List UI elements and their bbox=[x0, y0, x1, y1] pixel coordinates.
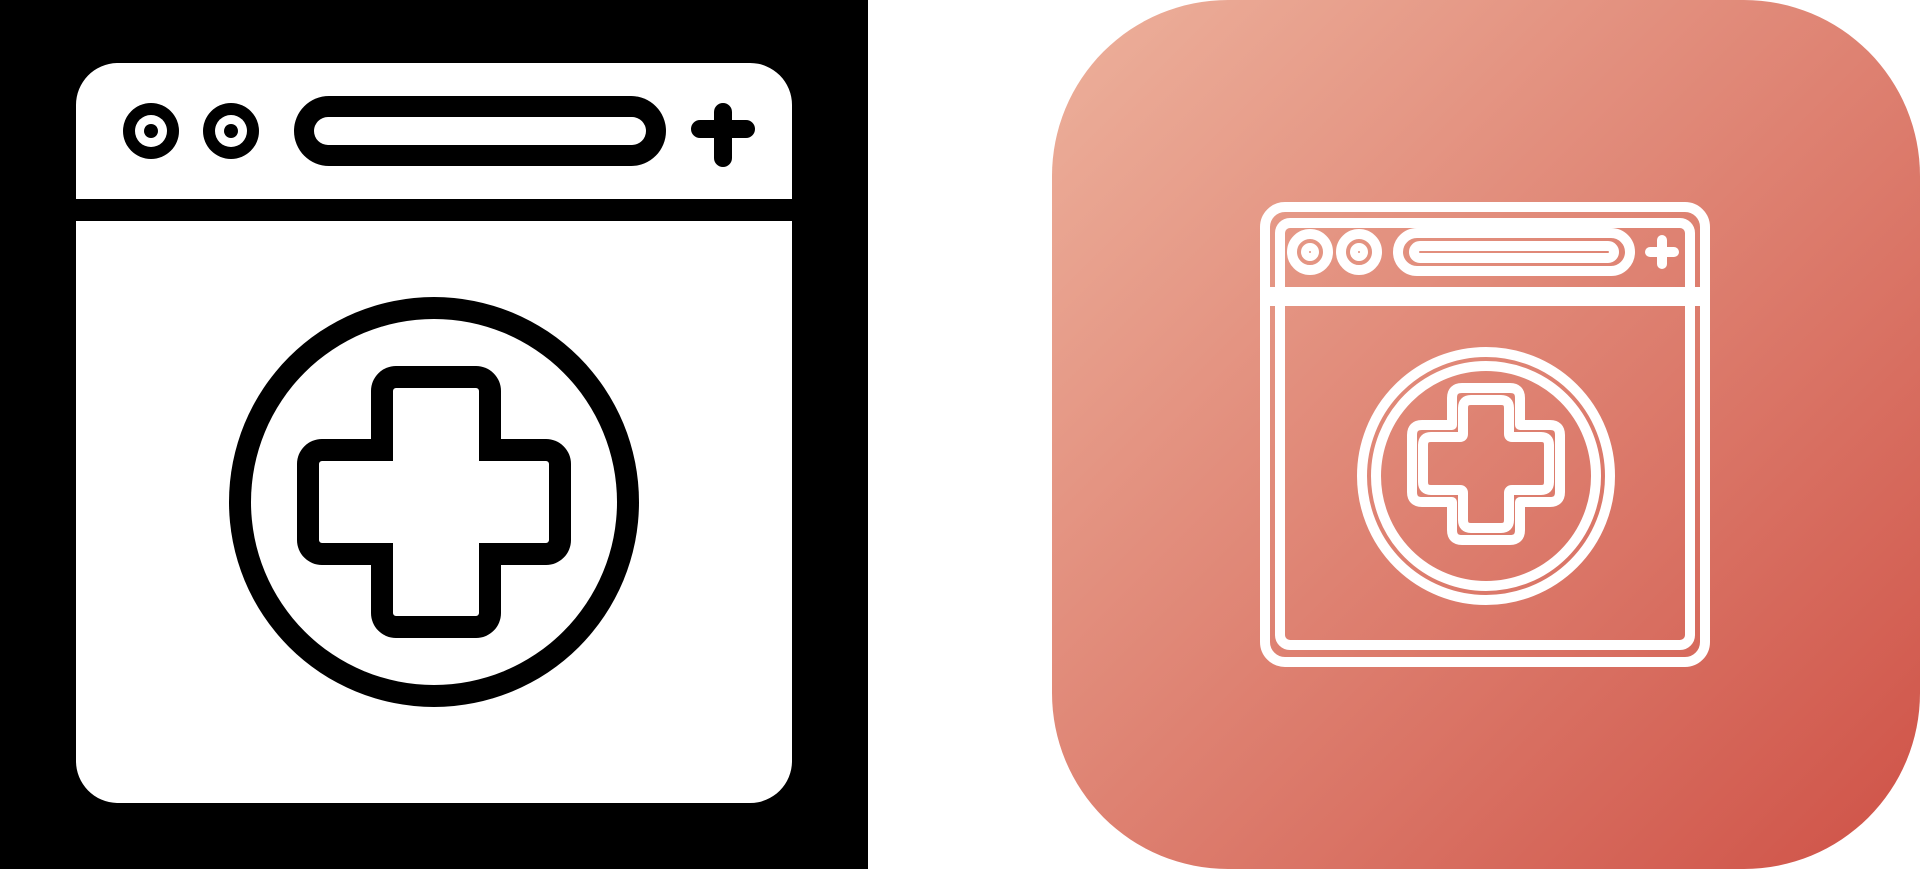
window-dot-icon bbox=[123, 103, 179, 159]
address-bar bbox=[294, 96, 666, 166]
window-dot-icon bbox=[203, 103, 259, 159]
icon-sheet bbox=[0, 0, 1920, 869]
medical-browser-glyph-icon bbox=[0, 0, 868, 869]
icon-background bbox=[1052, 0, 1920, 869]
line-icon-graphic bbox=[1052, 0, 1920, 869]
medical-cross-icon bbox=[229, 297, 639, 707]
glyph-icon-graphic bbox=[75, 63, 792, 803]
medical-browser-line-icon bbox=[1052, 0, 1920, 869]
browser-toolbar-divider bbox=[1260, 287, 1710, 306]
